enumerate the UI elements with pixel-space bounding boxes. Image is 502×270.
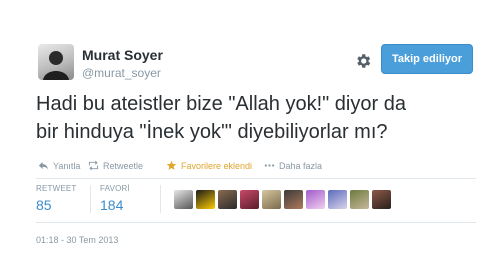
favoriter-avatar[interactable]	[196, 190, 215, 209]
stats-bottom-divider	[36, 222, 476, 223]
stat-separator	[90, 185, 91, 213]
favorite-count[interactable]: 184	[100, 197, 130, 213]
retweet-icon	[88, 160, 99, 171]
favorite-label: Favorilere eklendi	[181, 160, 253, 171]
favorite-stat-label: FAVORİ	[100, 184, 130, 193]
tweet-timestamp[interactable]: 01:18 - 30 Tem 2013	[36, 235, 118, 245]
retweet-action[interactable]: Retweetle	[88, 160, 143, 171]
tweet-line-1: Hadi bu ateistler bize "Allah yok!" diyo…	[36, 93, 406, 115]
reply-icon	[38, 161, 49, 170]
more-label: Daha fazla	[279, 160, 323, 171]
gear-icon[interactable]	[354, 52, 372, 70]
tweet-text: Hadi bu ateistler bize "Allah yok!" diyo…	[36, 90, 476, 146]
user-name[interactable]: Murat Soyer	[82, 47, 163, 63]
favoriter-avatar[interactable]	[240, 190, 259, 209]
favorite-action[interactable]: Favorilere eklendi	[166, 160, 252, 171]
tweet-line-2: bir hinduya "İnek yok'" diyebiliyorlar m…	[36, 121, 388, 143]
star-icon	[166, 160, 177, 170]
retweet-label: Retweetle	[103, 160, 144, 171]
favorite-stat[interactable]: FAVORİ 184	[100, 184, 130, 213]
favoriter-avatar[interactable]	[328, 190, 347, 209]
stat-separator-2	[160, 185, 161, 213]
favoriter-avatar[interactable]	[284, 190, 303, 209]
retweet-stat-label: RETWEET	[36, 184, 77, 193]
favorited-by-avatars	[174, 190, 391, 209]
favoriter-avatar[interactable]	[372, 190, 391, 209]
favoriter-avatar[interactable]	[262, 190, 281, 209]
retweet-stat[interactable]: RETWEET 85	[36, 184, 77, 213]
retweet-count[interactable]: 85	[36, 197, 77, 213]
favoriter-avatar[interactable]	[174, 190, 193, 209]
favoriter-avatar[interactable]	[350, 190, 369, 209]
reply-label: Yanıtla	[53, 160, 81, 171]
user-handle[interactable]: @murat_soyer	[82, 66, 161, 80]
reply-action[interactable]: Yanıtla	[38, 160, 80, 171]
favoriter-avatar[interactable]	[218, 190, 237, 209]
avatar-image	[43, 51, 69, 80]
stats-top-divider	[36, 178, 476, 179]
user-avatar[interactable]	[38, 44, 74, 80]
favoriter-avatar[interactable]	[306, 190, 325, 209]
more-icon	[264, 164, 275, 167]
following-button[interactable]: Takip ediliyor	[381, 44, 473, 74]
more-action[interactable]: Daha fazla	[264, 160, 322, 171]
